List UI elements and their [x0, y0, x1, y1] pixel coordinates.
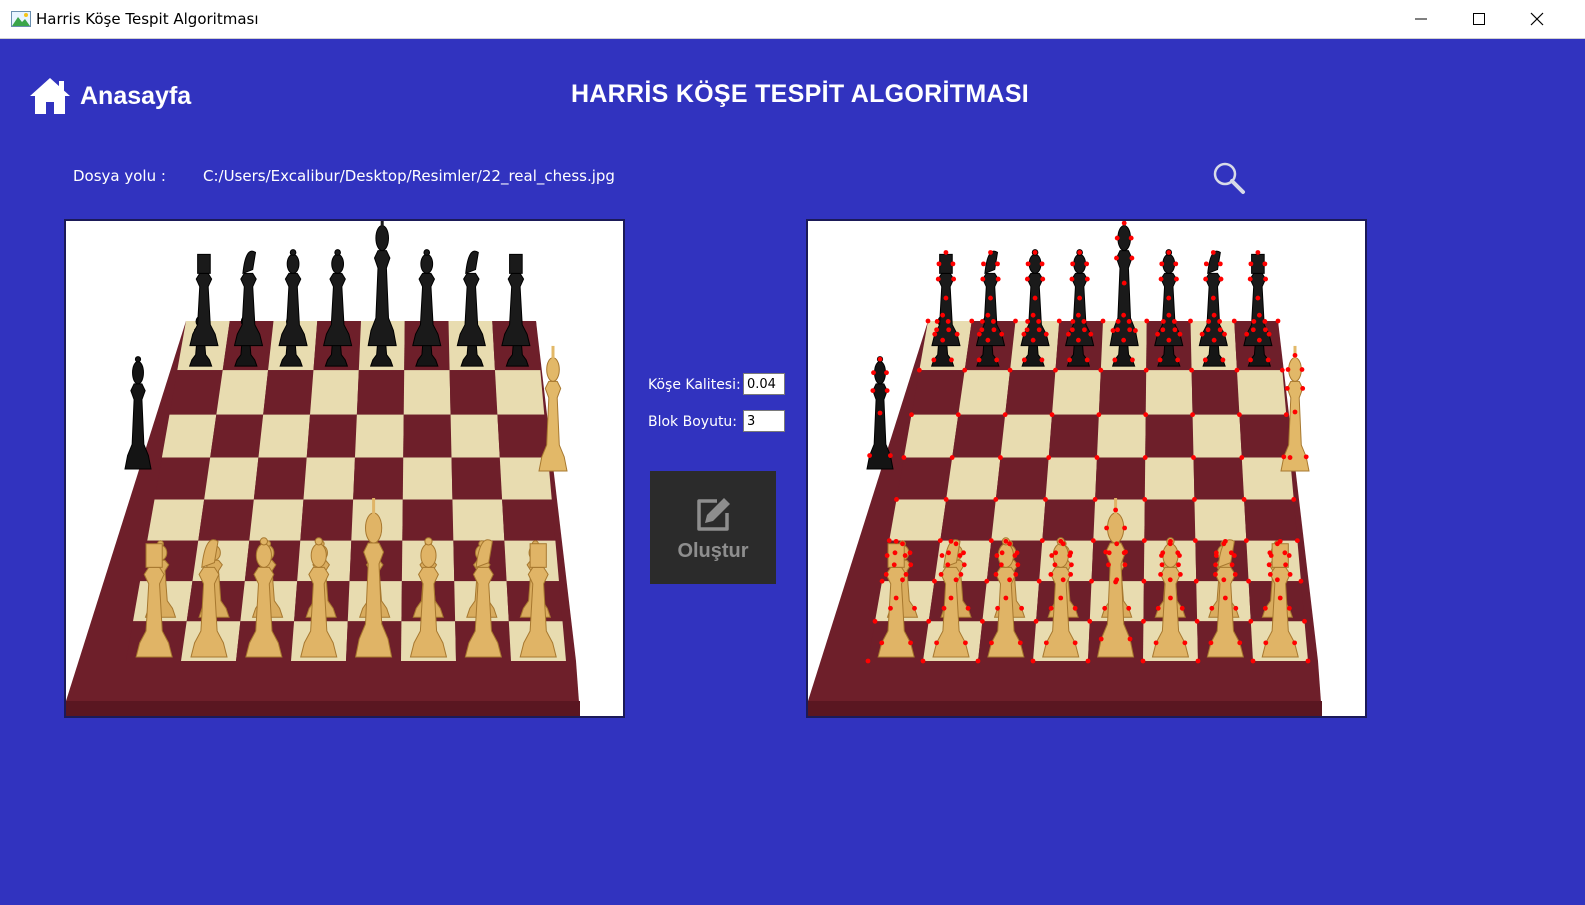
minimize-button[interactable]: [1392, 0, 1450, 38]
output-image: [806, 219, 1367, 718]
file-path-label: Dosya yolu :: [73, 167, 166, 185]
file-path-value: C:/Users/Excalibur/Desktop/Resimler/22_r…: [203, 167, 615, 185]
app-icon: [11, 11, 31, 27]
search-icon: [1213, 162, 1245, 194]
block-size-input[interactable]: [743, 410, 785, 432]
create-button[interactable]: Oluştur: [650, 471, 776, 584]
close-icon: [1530, 12, 1544, 26]
input-image: [64, 219, 625, 718]
close-button[interactable]: [1508, 0, 1566, 38]
maximize-icon: [1473, 13, 1485, 25]
create-label: Oluştur: [677, 540, 749, 562]
browse-button[interactable]: [1212, 161, 1246, 195]
corner-quality-input[interactable]: [743, 373, 785, 395]
minimize-icon: [1415, 18, 1427, 20]
corner-quality-label: Köşe Kalitesi:: [648, 377, 741, 393]
maximize-button[interactable]: [1450, 0, 1508, 38]
block-size-label: Blok Boyutu:: [648, 414, 738, 430]
title-bar: Harris Köşe Tespit Algoritması: [0, 0, 1585, 39]
window-title: Harris Köşe Tespit Algoritması: [36, 10, 259, 28]
page-title: HARRİS KÖŞE TESPİT ALGORİTMASI: [570, 80, 1030, 108]
edit-icon: [697, 498, 730, 531]
